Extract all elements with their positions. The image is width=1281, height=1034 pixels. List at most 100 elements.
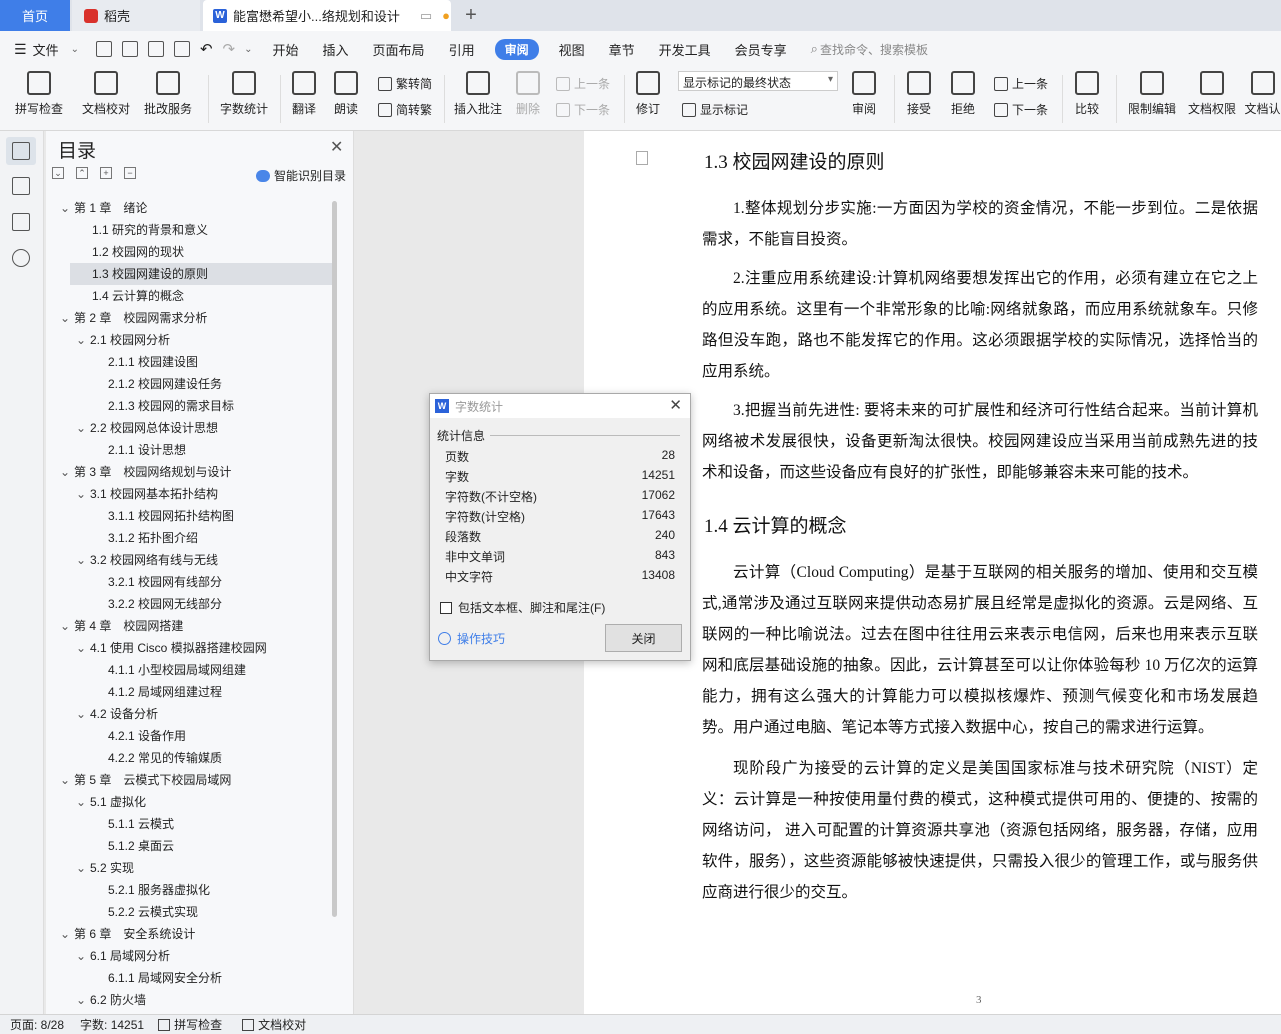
chevron-down-icon[interactable]: ⌄ bbox=[60, 307, 74, 329]
chevron-down-icon[interactable]: ⌄ bbox=[76, 703, 90, 725]
menu-review[interactable]: 审阅 bbox=[494, 38, 539, 60]
next-change-button[interactable]: 下一条 bbox=[994, 101, 1048, 118]
toc-item[interactable]: ⌄ 3.2 校园网络有线与无线 bbox=[46, 549, 336, 571]
spell-check-button[interactable]: 拼写检查 bbox=[10, 67, 68, 131]
menu-member[interactable]: 会员专享 bbox=[723, 40, 799, 59]
chevron-down-icon[interactable]: ⌄ bbox=[60, 461, 74, 483]
add-heading-icon[interactable]: + bbox=[100, 167, 112, 179]
toc-item[interactable]: 2.1.3 校园网的需求目标 bbox=[46, 395, 336, 417]
chevron-down-icon[interactable]: ⌄ bbox=[76, 989, 90, 1011]
toc-item[interactable]: 1.1 研究的背景和意义 bbox=[46, 219, 336, 241]
track-changes-button[interactable]: 修订 bbox=[632, 67, 664, 131]
insert-comment-button[interactable]: 插入批注 bbox=[452, 67, 504, 131]
chevron-down-icon[interactable]: ⌄ bbox=[60, 923, 74, 945]
toc-item[interactable]: ⌄ 第 5 章 云模式下校园局域网 bbox=[46, 769, 336, 791]
toc-item[interactable]: 2.1.1 校园建设图 bbox=[46, 351, 336, 373]
restrict-edit-button[interactable]: 限制编辑 bbox=[1126, 67, 1178, 131]
toc-item[interactable]: 6.1.1 局域网安全分析 bbox=[46, 967, 336, 989]
toc-item[interactable]: 3.1.1 校园网拓扑结构图 bbox=[46, 505, 336, 527]
review-pane-button[interactable]: 审阅 bbox=[846, 67, 882, 131]
toc-item[interactable]: ⌄ 5.1 虚拟化 bbox=[46, 791, 336, 813]
toc-item[interactable]: 5.1.2 桌面云 bbox=[46, 835, 336, 857]
remove-heading-icon[interactable]: − bbox=[124, 167, 136, 179]
simp-to-trad-button[interactable]: 简转繁 bbox=[378, 101, 432, 118]
accept-button[interactable]: 接受 bbox=[902, 67, 936, 131]
toc-icon[interactable] bbox=[12, 142, 30, 160]
toc-item[interactable]: ⌄ 4.1 使用 Cisco 模拟器搭建校园网 bbox=[46, 637, 336, 659]
close-icon[interactable]: ✕ bbox=[330, 137, 343, 157]
chevron-down-icon[interactable]: ⌄ bbox=[76, 637, 90, 659]
review-service-button[interactable]: 批改服务 bbox=[140, 67, 196, 131]
chevron-down-icon[interactable]: ⌄ bbox=[76, 483, 90, 505]
export-pdf-icon[interactable] bbox=[121, 41, 138, 57]
toc-item[interactable]: ⌄ 第 3 章 校园网络规划与设计 bbox=[46, 461, 336, 483]
toc-item[interactable]: ⌄ 第 4 章 校园网搭建 bbox=[46, 615, 336, 637]
chevron-down-icon[interactable]: ⌄ bbox=[60, 615, 74, 637]
toc-item[interactable]: 5.2.1 服务器虚拟化 bbox=[46, 879, 336, 901]
chevron-down-icon[interactable]: ▾ bbox=[828, 74, 833, 85]
show-markup-button[interactable]: 显示标记 bbox=[682, 101, 748, 118]
more-icon[interactable]: ⌄ bbox=[244, 44, 252, 55]
chevron-down-icon[interactable]: ⌄ bbox=[60, 769, 74, 791]
toc-item[interactable]: ⌄ 3.1 校园网基本拓扑结构 bbox=[46, 483, 336, 505]
chevron-down-icon[interactable]: ⌄ bbox=[76, 791, 90, 813]
save-icon[interactable] bbox=[95, 41, 112, 57]
collapse-all-icon[interactable]: ⌄ bbox=[52, 167, 64, 179]
doc-auth-button[interactable]: 文档认 bbox=[1244, 67, 1281, 131]
command-search[interactable]: 查找命令、搜索模板 bbox=[820, 41, 928, 58]
menu-section[interactable]: 章节 bbox=[597, 40, 647, 59]
chevron-down-icon[interactable]: ⌄ bbox=[76, 329, 90, 351]
markup-state-select[interactable]: 显示标记的最终状态 ▾ bbox=[678, 71, 838, 91]
redo-icon[interactable]: ↷ bbox=[223, 40, 236, 58]
toc-item[interactable]: ⌄ 4.2 设备分析 bbox=[46, 703, 336, 725]
toc-item[interactable]: 4.2.2 常见的传输媒质 bbox=[46, 747, 336, 769]
tab-daoke[interactable]: 稻壳 bbox=[72, 0, 200, 31]
page-layout-icon[interactable] bbox=[636, 151, 648, 165]
toc-item[interactable]: 1.2 校园网的现状 bbox=[46, 241, 336, 263]
chevron-down-icon[interactable]: ⌄ bbox=[76, 945, 90, 967]
search-icon[interactable]: ⌕ bbox=[811, 41, 818, 57]
toc-item[interactable]: 1.4 云计算的概念 bbox=[46, 285, 336, 307]
translate-button[interactable]: 翻译 bbox=[286, 67, 322, 131]
dialog-title-bar[interactable]: W 字数统计 ✕ bbox=[430, 394, 690, 418]
close-icon[interactable]: ✕ bbox=[669, 396, 682, 414]
doc-permission-button[interactable]: 文档权限 bbox=[1186, 67, 1238, 131]
toc-item[interactable]: ⌄ 第 6 章 安全系统设计 bbox=[46, 923, 336, 945]
toc-item[interactable]: 4.1.1 小型校园局域网组建 bbox=[46, 659, 336, 681]
toc-item[interactable]: ⌄ 6.2 防火墙 bbox=[46, 989, 336, 1011]
toc-item[interactable]: 4.1.2 局域网组建过程 bbox=[46, 681, 336, 703]
chevron-down-icon[interactable]: ⌄ bbox=[76, 417, 90, 439]
page-indicator[interactable]: 页面: 8/28 bbox=[10, 1016, 64, 1033]
reject-button[interactable]: 拒绝 bbox=[946, 67, 980, 131]
tab-monitor-icon[interactable]: ▭ bbox=[420, 8, 432, 24]
chapter-nav-icon[interactable] bbox=[12, 177, 30, 195]
include-notes-checkbox[interactable]: 包括文本框、脚注和尾注(F) bbox=[440, 599, 605, 616]
toc-item[interactable]: ⌄ 第 1 章 绪论 bbox=[46, 197, 336, 219]
status-doc-proof[interactable]: 文档校对 bbox=[242, 1016, 306, 1033]
toc-item[interactable]: ⌄ 2.1 校园网分析 bbox=[46, 329, 336, 351]
next-comment-button[interactable]: 下一条 bbox=[556, 101, 610, 118]
chevron-down-icon[interactable]: ⌄ bbox=[71, 44, 79, 55]
tips-link[interactable]: 操作技巧 bbox=[438, 630, 505, 647]
new-tab-button[interactable]: + bbox=[458, 0, 484, 31]
toc-item[interactable]: 3.1.2 拓扑图介绍 bbox=[46, 527, 336, 549]
toc-item[interactable]: 5.1.1 云模式 bbox=[46, 813, 336, 835]
word-count-indicator[interactable]: 字数: 14251 bbox=[80, 1016, 144, 1033]
expand-all-icon[interactable]: ⌃ bbox=[76, 167, 88, 179]
toc-item[interactable]: ⌄ 5.2 实现 bbox=[46, 857, 336, 879]
toc-item[interactable]: 1.3 校园网建设的原则 bbox=[70, 263, 336, 285]
chevron-down-icon[interactable]: ⌄ bbox=[76, 857, 90, 879]
toc-item[interactable]: 4.2.1 设备作用 bbox=[46, 725, 336, 747]
print-icon[interactable] bbox=[147, 41, 164, 57]
chevron-down-icon[interactable]: ⌄ bbox=[60, 197, 74, 219]
read-aloud-button[interactable]: 朗读 bbox=[330, 67, 362, 131]
status-spell-check[interactable]: 拼写检查 bbox=[158, 1016, 222, 1033]
menu-developer[interactable]: 开发工具 bbox=[647, 40, 723, 59]
tab-home[interactable]: 首页 bbox=[0, 0, 70, 31]
undo-icon[interactable]: ↶ bbox=[200, 40, 213, 58]
trad-to-simp-button[interactable]: 繁转简 bbox=[378, 75, 432, 92]
toc-item[interactable]: 3.2.1 校园网有线部分 bbox=[46, 571, 336, 593]
toc-item[interactable]: ⌄ 第 2 章 校园网需求分析 bbox=[46, 307, 336, 329]
word-count-button[interactable]: 字数统计 bbox=[218, 67, 270, 131]
compare-button[interactable]: 比较 bbox=[1070, 67, 1104, 131]
